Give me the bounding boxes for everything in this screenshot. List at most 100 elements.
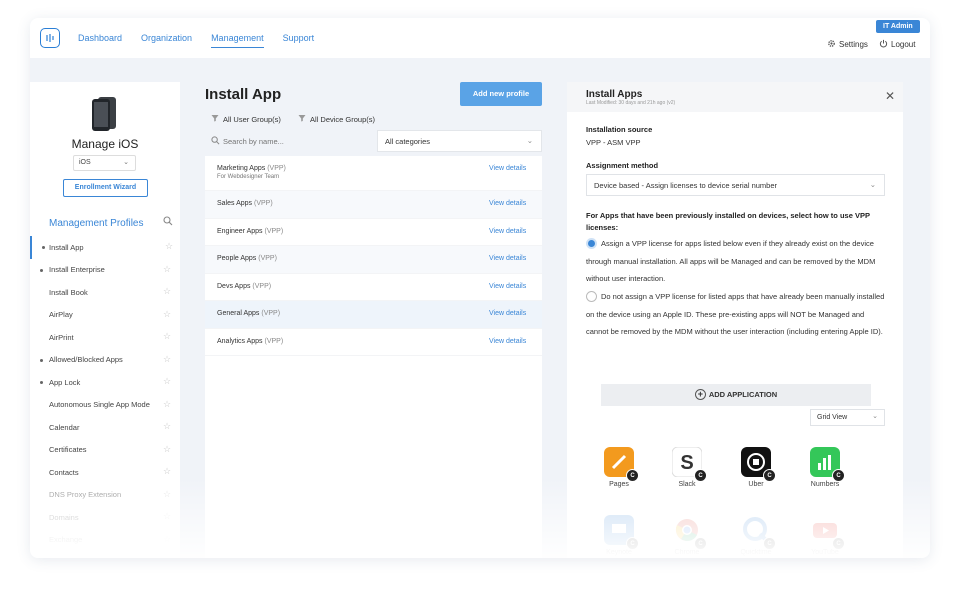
sidebar-item[interactable]: Certificates ☆ bbox=[30, 439, 180, 462]
list-item[interactable]: Marketing Apps (VPP) For Webdesigner Team… bbox=[205, 156, 542, 191]
app-search-bar: All categories ⌄ bbox=[205, 130, 542, 152]
sidebar: Manage iOS iOS ⌄ Enrollment Wizard Manag… bbox=[30, 82, 180, 558]
settings-link[interactable]: Settings bbox=[827, 39, 868, 50]
power-icon bbox=[879, 39, 888, 50]
view-details-link[interactable]: View details bbox=[489, 338, 526, 345]
last-modified: Last Modified: 30 days and 21h ago (v2) bbox=[586, 100, 676, 106]
youtube-icon[interactable]: C bbox=[810, 515, 845, 550]
sidebar-item-label: Domains bbox=[49, 512, 79, 522]
view-mode-select[interactable]: Grid View ⌄ bbox=[810, 409, 885, 426]
sidebar-item-label: Autonomous Single App Mode bbox=[49, 400, 150, 410]
close-icon[interactable]: ✕ bbox=[885, 89, 895, 103]
view-details-link[interactable]: View details bbox=[489, 283, 526, 290]
star-icon[interactable]: ☆ bbox=[163, 421, 171, 432]
add-profile-button[interactable]: Add new profile bbox=[460, 82, 542, 106]
quicktime-icon[interactable]: C bbox=[741, 515, 776, 550]
category-select[interactable]: All categories ⌄ bbox=[377, 130, 542, 152]
app-profile-list: Marketing Apps (VPP) For Webdesigner Team… bbox=[205, 156, 542, 558]
star-icon[interactable]: ☆ bbox=[163, 534, 171, 545]
sidebar-item[interactable]: Contacts ☆ bbox=[30, 461, 180, 484]
sidebar-item[interactable]: AirPlay ☆ bbox=[30, 304, 180, 327]
star-icon[interactable]: ☆ bbox=[163, 399, 171, 410]
chevron-down-icon: ⌄ bbox=[869, 180, 876, 189]
list-item[interactable]: Engineer Apps (VPP) View details bbox=[205, 219, 542, 246]
sidebar-item[interactable]: Exchange ☆ bbox=[30, 529, 180, 552]
vpp-tag: (VPP) bbox=[267, 165, 286, 172]
sidebar-item[interactable]: Allowed/Blocked Apps ☆ bbox=[30, 349, 180, 372]
sidebar-item-label: Allowed/Blocked Apps bbox=[49, 355, 123, 365]
device-group-filter[interactable]: All Device Group(s) bbox=[298, 114, 375, 124]
star-icon[interactable]: ☆ bbox=[163, 331, 171, 342]
sidebar-item[interactable]: Autonomous Single App Mode ☆ bbox=[30, 394, 180, 417]
list-item[interactable]: People Apps (VPP) View details bbox=[205, 246, 542, 274]
list-item[interactable]: General Apps (VPP) View details bbox=[205, 301, 542, 329]
sidebar-item[interactable]: Install App ☆ bbox=[30, 236, 180, 259]
app-label: Quicktime bbox=[740, 549, 772, 556]
sidebar-item[interactable]: Install Enterprise ☆ bbox=[30, 259, 180, 282]
add-application-button[interactable]: + ADD APPLICATION bbox=[601, 384, 871, 406]
list-item[interactable]: Sales Apps (VPP) View details bbox=[205, 191, 542, 219]
nav-management[interactable]: Management bbox=[211, 33, 264, 48]
nav-support[interactable]: Support bbox=[283, 33, 315, 48]
sidebar-item[interactable]: Calendar ☆ bbox=[30, 416, 180, 439]
list-item[interactable]: Devs Apps (VPP) View details bbox=[205, 274, 542, 301]
bullet-icon bbox=[42, 246, 45, 249]
nav-organization[interactable]: Organization bbox=[141, 33, 192, 48]
app-label: Uber bbox=[748, 481, 764, 488]
profile-list: Install App ☆ Install Enterprise ☆ Install B… bbox=[30, 236, 180, 551]
star-icon[interactable]: ☆ bbox=[163, 466, 171, 477]
star-icon[interactable]: ☆ bbox=[163, 354, 171, 365]
logo-icon[interactable] bbox=[40, 28, 60, 48]
device-group-filter-label: All Device Group(s) bbox=[310, 114, 376, 124]
star-icon[interactable]: ☆ bbox=[165, 241, 173, 252]
list-item[interactable]: Analytics Apps (VPP) View details bbox=[205, 329, 542, 356]
category-select-value: All categories bbox=[385, 137, 431, 146]
view-details-link[interactable]: View details bbox=[489, 310, 526, 317]
assignment-method-select[interactable]: Device based - Assign licenses to device… bbox=[586, 174, 885, 196]
search-icon[interactable] bbox=[163, 216, 173, 228]
option-no-assign-text: Do not assign a VPP license for listed a… bbox=[586, 292, 885, 336]
source-label: Installation source bbox=[586, 125, 653, 134]
star-icon[interactable]: ☆ bbox=[163, 376, 171, 387]
sidebar-item[interactable]: DNS Proxy Extension ☆ bbox=[30, 484, 180, 507]
view-details-link[interactable]: View details bbox=[489, 255, 526, 262]
option-assign[interactable]: Assign a VPP license for apps listed bel… bbox=[586, 235, 886, 288]
role-badge[interactable]: IT Admin bbox=[876, 20, 920, 33]
os-select[interactable]: iOS ⌄ bbox=[73, 155, 136, 171]
sidebar-item[interactable]: App Lock ☆ bbox=[30, 371, 180, 394]
radio-selected-icon[interactable] bbox=[586, 237, 597, 249]
sidebar-item[interactable]: Install Book ☆ bbox=[30, 281, 180, 304]
slack-icon[interactable]: SC bbox=[671, 446, 707, 482]
view-details-link[interactable]: View details bbox=[489, 200, 526, 207]
option-no-assign[interactable]: Do not assign a VPP license for listed a… bbox=[586, 288, 886, 341]
star-icon[interactable]: ☆ bbox=[163, 444, 171, 455]
star-icon[interactable]: ☆ bbox=[163, 286, 171, 297]
chrome-icon[interactable]: C bbox=[672, 515, 707, 550]
logout-link[interactable]: Logout bbox=[879, 39, 915, 50]
user-group-filter[interactable]: All User Group(s) bbox=[211, 114, 281, 124]
numbers-icon[interactable]: C bbox=[810, 447, 845, 482]
pages-icon[interactable]: C bbox=[604, 447, 639, 482]
star-icon[interactable]: ☆ bbox=[163, 264, 171, 275]
star-icon[interactable]: ☆ bbox=[163, 489, 171, 500]
radio-unselected-icon[interactable] bbox=[586, 290, 597, 302]
sidebar-item-label: Contacts bbox=[49, 467, 79, 477]
view-details-link[interactable]: View details bbox=[489, 228, 526, 235]
star-icon[interactable]: ☆ bbox=[163, 511, 171, 522]
app-group-label: General Apps bbox=[217, 310, 260, 317]
uber-icon[interactable]: C bbox=[741, 447, 776, 482]
vpp-question: For Apps that have been previously insta… bbox=[586, 211, 870, 232]
app-group-label: Marketing Apps bbox=[217, 165, 266, 172]
view-mode-value: Grid View bbox=[817, 414, 848, 421]
bullet-icon bbox=[40, 381, 43, 384]
keynote-icon[interactable]: C bbox=[604, 515, 639, 550]
sidebar-item[interactable]: Domains ☆ bbox=[30, 506, 180, 529]
enrollment-wizard-button[interactable]: Enrollment Wizard bbox=[63, 179, 148, 197]
option-assign-text: Assign a VPP license for apps listed bel… bbox=[586, 239, 876, 283]
search-input[interactable] bbox=[223, 133, 363, 149]
star-icon[interactable]: ☆ bbox=[163, 309, 171, 320]
nav-dashboard[interactable]: Dashboard bbox=[78, 33, 122, 48]
svg-text:S: S bbox=[680, 452, 693, 474]
view-details-link[interactable]: View details bbox=[489, 165, 526, 172]
sidebar-item[interactable]: AirPrint ☆ bbox=[30, 326, 180, 349]
